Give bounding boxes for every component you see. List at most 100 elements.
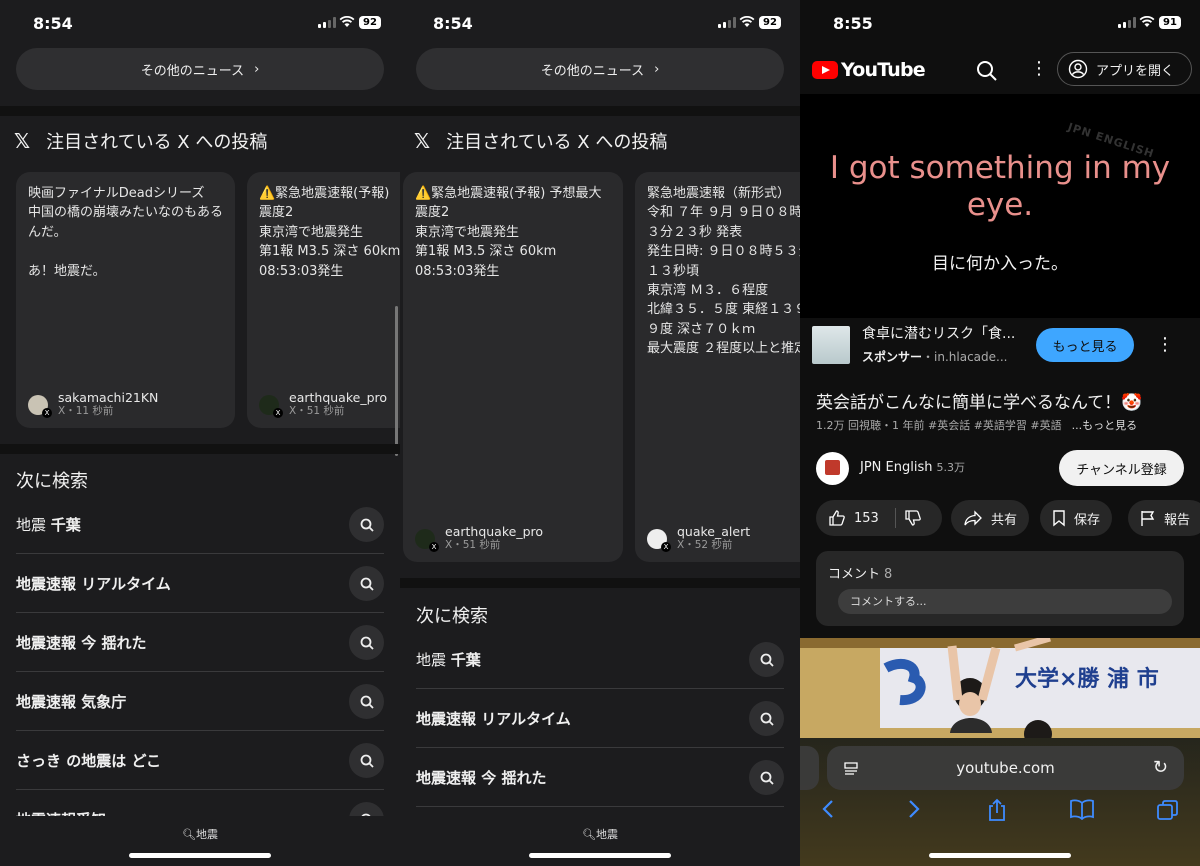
x-badge-icon: X xyxy=(661,541,671,552)
more-vert-icon[interactable]: ⋮ xyxy=(1030,58,1048,79)
search-icon[interactable] xyxy=(749,760,784,795)
youtube-logo[interactable]: YouTube xyxy=(812,59,926,81)
post-author[interactable]: X sakamachi21KN X・11 秒前 xyxy=(28,391,158,418)
google-search-panel-left: 8:54 92 その他のニュース › 𝕏 注目されている X への投稿 映画ファ… xyxy=(0,0,400,866)
post-author[interactable]: X earthquake_pro X・51 秒前 xyxy=(415,525,543,552)
x-logo-icon: 𝕏 xyxy=(14,129,31,153)
next-video-thumbnail[interactable]: 大学×勝 浦 市 xyxy=(800,638,1200,738)
tabs-icon[interactable] xyxy=(1148,798,1188,826)
section-divider xyxy=(400,578,800,588)
scrollbar[interactable] xyxy=(395,306,398,456)
chevron-right-icon: › xyxy=(654,61,660,77)
home-indicator[interactable] xyxy=(929,853,1071,858)
home-indicator[interactable] xyxy=(129,853,271,858)
suggestion-item[interactable]: 地震速報 気象庁 xyxy=(16,672,384,731)
bookmarks-icon[interactable] xyxy=(1062,798,1102,824)
avatar: X xyxy=(259,394,283,418)
video-player[interactable]: JPN ENGLISH I got something in my eye. 目… xyxy=(800,94,1200,318)
bottom-query-bar[interactable]: 🔍︎地震 xyxy=(400,816,800,866)
search-icon[interactable] xyxy=(349,625,384,660)
reload-icon[interactable]: ↻ xyxy=(1153,757,1168,778)
url-text[interactable]: youtube.com xyxy=(956,759,1055,777)
post-text: 映画ファイナルDeadシリーズ 中国の橋の崩壊みたいなのもあるんだ。 あ！地震だ… xyxy=(28,186,223,279)
suggestion-item[interactable]: 地震速報 リアルタイム xyxy=(16,554,384,613)
subscribe-button[interactable]: チャンネル登録 xyxy=(1059,450,1184,486)
svg-text:大学×勝 浦 市: 大学×勝 浦 市 xyxy=(1015,666,1159,692)
status-time: 8:54 xyxy=(33,14,73,33)
suggestion-item[interactable]: 地震 千葉 xyxy=(16,495,384,554)
previous-tab-bar[interactable] xyxy=(800,746,819,790)
search-icon[interactable] xyxy=(976,60,998,82)
share-icon xyxy=(964,510,982,526)
channel-avatar[interactable] xyxy=(816,452,849,485)
suggestion-item[interactable]: 地震速報 リアルタイム xyxy=(416,689,784,748)
share-sheet-icon[interactable] xyxy=(977,798,1017,826)
post-author[interactable]: X earthquake_pro X・51 秒前 xyxy=(259,391,387,418)
search-icon[interactable] xyxy=(349,566,384,601)
channel-name[interactable]: JPN English 5.3万 xyxy=(860,459,965,475)
open-app-label: アプリを開く xyxy=(1096,63,1175,79)
thumbs-up-icon[interactable] xyxy=(828,509,846,527)
comment-input[interactable]: コメントする... xyxy=(838,589,1172,614)
avatar: X xyxy=(415,528,439,552)
video-meta[interactable]: 1.2万 回視聴・1 年前 #英会話 #英語学習 #英語 ...もっと見る xyxy=(816,417,1186,433)
status-time: 8:54 xyxy=(433,14,473,33)
share-button[interactable]: 共有 xyxy=(951,500,1030,536)
bottom-query-bar[interactable]: 🔍︎地震 xyxy=(0,816,400,866)
sponsored-ad[interactable]: 食卓に潜むリスク「食... スポンサー・in.hlacade... もっと見る … xyxy=(800,318,1200,372)
search-icon[interactable] xyxy=(349,684,384,719)
share-label: 共有 xyxy=(991,512,1018,528)
comments-header: コメント 8 xyxy=(828,567,893,582)
thumbs-down-icon[interactable] xyxy=(904,509,922,527)
x-posts-header: 𝕏 注目されている X への投稿 xyxy=(14,126,267,156)
report-label: 報告 xyxy=(1164,512,1191,528)
ad-thumbnail[interactable] xyxy=(812,326,850,364)
suggestion-item[interactable]: 地震速報 今 揺れた xyxy=(416,748,784,807)
post-meta: X・11 秒前 xyxy=(58,405,114,417)
like-dislike-button[interactable]: 153 xyxy=(816,500,942,536)
x-post-card[interactable]: ⚠️緊急地震速報(予報) 予想最大震度2 東京湾で地震発生 第1報 M3.5 深… xyxy=(403,172,623,562)
suggestion-item[interactable]: 地震 千葉 xyxy=(416,630,784,689)
suggestion-item[interactable]: 地震速報 今 揺れた xyxy=(16,613,384,672)
x-posts-title: 注目されている X への投稿 xyxy=(46,132,268,153)
current-query[interactable]: 🔍︎地震 xyxy=(400,826,800,842)
report-button[interactable]: 報告 xyxy=(1128,500,1200,536)
more-vert-icon[interactable]: ⋮ xyxy=(1156,334,1174,355)
back-icon[interactable] xyxy=(808,798,848,824)
search-icon[interactable] xyxy=(349,743,384,778)
suggestion-item[interactable]: さっき の地震は どこ xyxy=(16,731,384,790)
ad-more-button[interactable]: もっと見る xyxy=(1036,328,1134,362)
open-app-button[interactable]: アプリを開く xyxy=(1057,52,1192,86)
avatar: X xyxy=(28,394,52,418)
post-meta: X・51 秒前 xyxy=(289,405,345,417)
home-indicator[interactable] xyxy=(529,853,671,858)
ad-sponsor: スポンサー・in.hlacade... xyxy=(862,350,1008,364)
forward-icon[interactable] xyxy=(894,798,934,824)
more-news-button[interactable]: その他のニュース › xyxy=(16,48,384,90)
section-divider xyxy=(0,444,400,454)
comments-section[interactable]: コメント 8 コメントする... xyxy=(816,551,1184,626)
safari-toolbar: youtube.com ↻ xyxy=(800,738,1200,866)
address-bar[interactable]: youtube.com ↻ xyxy=(827,746,1184,790)
suggestion-label: さっき の地震は どこ xyxy=(16,751,161,770)
post-author[interactable]: X quake_alert X・52 秒前 xyxy=(647,525,750,552)
channel-row: JPN English 5.3万 チャンネル登録 xyxy=(800,450,1200,486)
search-icon[interactable] xyxy=(349,507,384,542)
save-button[interactable]: 保存 xyxy=(1040,500,1113,536)
search-icon[interactable] xyxy=(749,642,784,677)
ad-title[interactable]: 食卓に潜むリスク「食... xyxy=(862,323,1022,343)
search-icon: 🔍︎ xyxy=(582,828,596,841)
x-post-card[interactable]: 緊急地震速報（新形式） 令和 ７年 ９月 ９日０８時５３分２３秒 発表 発生日時… xyxy=(635,172,800,562)
x-post-card[interactable]: ⚠️緊急地震速報(予報) 震度2 東京湾で地震発生 第1報 M3.5 深さ 60… xyxy=(247,172,400,428)
youtube-wordmark: YouTube xyxy=(841,59,926,81)
post-meta: X・51 秒前 xyxy=(445,539,501,551)
divider xyxy=(894,508,896,528)
safari-nav-buttons xyxy=(800,798,1200,838)
x-post-card[interactable]: 映画ファイナルDeadシリーズ 中国の橋の崩壊みたいなのもあるんだ。 あ！地震だ… xyxy=(16,172,235,428)
video-title[interactable]: 英会話がこんなに簡単に学べるなんて！🤡 xyxy=(816,388,1142,413)
page-menu-icon[interactable] xyxy=(843,760,859,776)
search-icon[interactable] xyxy=(749,701,784,736)
more-news-button[interactable]: その他のニュース › xyxy=(416,48,784,90)
x-badge-icon: X xyxy=(273,407,283,418)
current-query[interactable]: 🔍︎地震 xyxy=(0,826,400,842)
